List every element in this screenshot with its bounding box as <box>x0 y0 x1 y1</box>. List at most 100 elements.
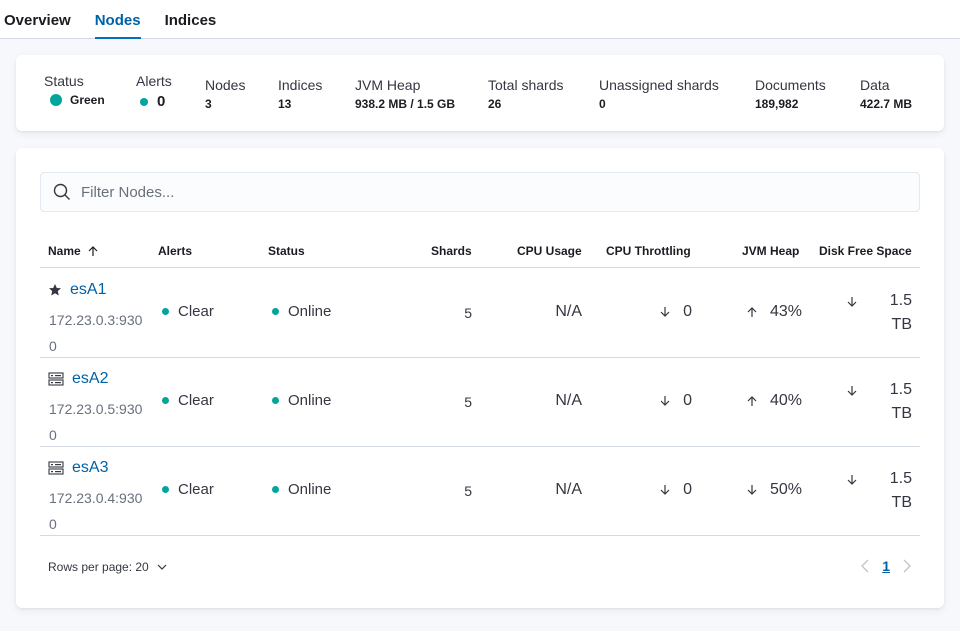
stat-documents: Documents 189,982 <box>755 77 826 111</box>
column-header-name-label: Name <box>48 244 81 258</box>
online-status-text: Online <box>288 392 332 409</box>
online-status-dot-icon <box>272 397 279 404</box>
tab-bar: Overview Nodes Indices <box>0 0 960 39</box>
table-row: esA3 172.23.0.4:9300 Clear Online 5 N/A … <box>40 447 920 536</box>
disk-trend <box>846 473 870 490</box>
jvm-heap-cell: 43% <box>746 303 802 321</box>
disk-free-value: 1.5 <box>889 381 912 398</box>
search-icon <box>53 183 70 200</box>
tab-nodes[interactable]: Nodes <box>94 0 141 39</box>
column-header-shards[interactable]: Shards <box>431 244 472 258</box>
alerts-cell: Clear <box>162 303 214 320</box>
column-header-name[interactable]: Name <box>48 244 99 258</box>
stat-indices-value: 13 <box>278 97 292 111</box>
alerts-status-text: Clear <box>178 392 214 409</box>
stat-unassigned-shards-label: Unassigned shards <box>599 77 719 93</box>
shards-cell: 5 <box>464 394 472 410</box>
table-row: esA1 172.23.0.3:9300 Clear Online 5 N/A … <box>40 269 920 358</box>
chevron-down-icon <box>157 564 167 570</box>
node-address: 172.23.0.3:9300 <box>49 312 143 354</box>
stat-nodes: Nodes 3 <box>205 77 245 111</box>
cpu-usage-cell: N/A <box>555 392 582 409</box>
alerts-cell: Clear <box>162 392 214 409</box>
online-status-dot-icon <box>272 308 279 315</box>
column-header-cpu-throttling[interactable]: CPU Throttling <box>606 244 691 258</box>
stat-nodes-value: 3 <box>205 97 212 111</box>
jvm-heap-cell: 50% <box>746 481 802 499</box>
jvm-heap-value: 40% <box>769 392 802 409</box>
node-name-link[interactable]: esA2 <box>72 370 108 388</box>
star-icon <box>49 284 61 296</box>
trend-down-icon <box>847 297 857 307</box>
alerts-status-text: Clear <box>178 303 214 320</box>
stat-jvm-heap: JVM Heap 938.2 MB / 1.5 GB <box>355 77 455 111</box>
table-row: esA2 172.23.0.5:9300 Clear Online 5 N/A … <box>40 358 920 447</box>
node-name-link[interactable]: esA1 <box>70 281 106 299</box>
disk-free-value: 1.5 <box>889 292 912 309</box>
node-address: 172.23.0.4:9300 <box>49 490 143 532</box>
stat-alerts-value[interactable]: 0 <box>136 93 172 110</box>
disk-free-cell: 1.5 TB <box>890 289 912 337</box>
trend-down-icon <box>747 485 757 495</box>
alerts-status-dot-icon <box>162 486 169 493</box>
disk-free-cell: 1.5 TB <box>890 467 912 515</box>
column-header-disk-free-space[interactable]: Disk Free Space <box>819 244 912 258</box>
stat-documents-label: Documents <box>755 77 826 93</box>
trend-down-icon <box>660 396 670 406</box>
column-header-alerts[interactable]: Alerts <box>158 244 192 258</box>
disk-free-unit: TB <box>891 405 912 422</box>
node-name-cell: esA3 <box>48 459 108 477</box>
column-header-cpu-usage[interactable]: CPU Usage <box>517 244 582 258</box>
status-cell: Online <box>272 392 331 409</box>
alerts-count: 0 <box>157 93 166 110</box>
chevron-left-icon[interactable] <box>860 559 870 573</box>
status-text: Green <box>70 93 105 107</box>
cpu-throttling-cell: 0 <box>659 303 692 321</box>
table-header: Name Alerts Status Shards CPU Usage CPU … <box>40 236 920 268</box>
jvm-heap-value: 43% <box>769 303 802 320</box>
stat-data-label: Data <box>860 77 890 93</box>
stat-status-label: Status <box>44 73 84 89</box>
stat-nodes-label: Nodes <box>205 77 246 93</box>
disk-trend <box>846 384 870 401</box>
online-status-text: Online <box>288 303 332 320</box>
alerts-status-dot-icon <box>162 308 169 315</box>
filter-nodes-search[interactable] <box>40 172 920 212</box>
tab-indices[interactable]: Indices <box>165 0 217 38</box>
node-name-cell: esA1 <box>48 281 106 299</box>
trend-down-icon <box>847 386 857 396</box>
disk-free-cell: 1.5 TB <box>890 378 912 426</box>
page-1-button[interactable]: 1 <box>882 558 890 574</box>
cpu-throttling-value: 0 <box>683 303 692 320</box>
cpu-usage-cell: N/A <box>555 481 582 498</box>
column-header-jvm-heap[interactable]: JVM Heap <box>742 244 799 258</box>
cpu-throttling-cell: 0 <box>659 392 692 410</box>
shards-cell: 5 <box>464 483 472 499</box>
node-name-link[interactable]: esA3 <box>72 459 108 477</box>
stat-jvm-heap-label: JVM Heap <box>355 77 421 93</box>
jvm-heap-cell: 40% <box>746 392 802 410</box>
cpu-throttling-value: 0 <box>683 481 692 498</box>
alerts-status-dot-icon <box>162 397 169 404</box>
jvm-heap-value: 50% <box>769 481 802 498</box>
stat-total-shards: Total shards 26 <box>488 77 563 111</box>
disk-free-value: 1.5 <box>889 470 912 487</box>
status-cell: Online <box>272 303 331 320</box>
column-header-status[interactable]: Status <box>268 244 305 258</box>
rows-per-page-button[interactable]: Rows per page: 20 <box>48 560 167 574</box>
trend-down-icon <box>660 307 670 317</box>
chevron-right-icon[interactable] <box>902 559 912 573</box>
shards-cell: 5 <box>464 305 472 321</box>
server-icon <box>48 461 64 475</box>
filter-nodes-input[interactable] <box>81 183 919 201</box>
alerts-status-text: Clear <box>178 481 214 498</box>
tab-overview[interactable]: Overview <box>4 0 71 38</box>
stat-total-shards-label: Total shards <box>488 77 564 93</box>
status-cell: Online <box>272 481 331 498</box>
stat-indices: Indices 13 <box>278 77 322 111</box>
stat-alerts-label: Alerts <box>136 73 172 89</box>
stat-indices-label: Indices <box>278 77 323 93</box>
sort-ascending-icon <box>88 246 98 256</box>
cpu-throttling-value: 0 <box>683 392 692 409</box>
trend-down-icon <box>660 485 670 495</box>
